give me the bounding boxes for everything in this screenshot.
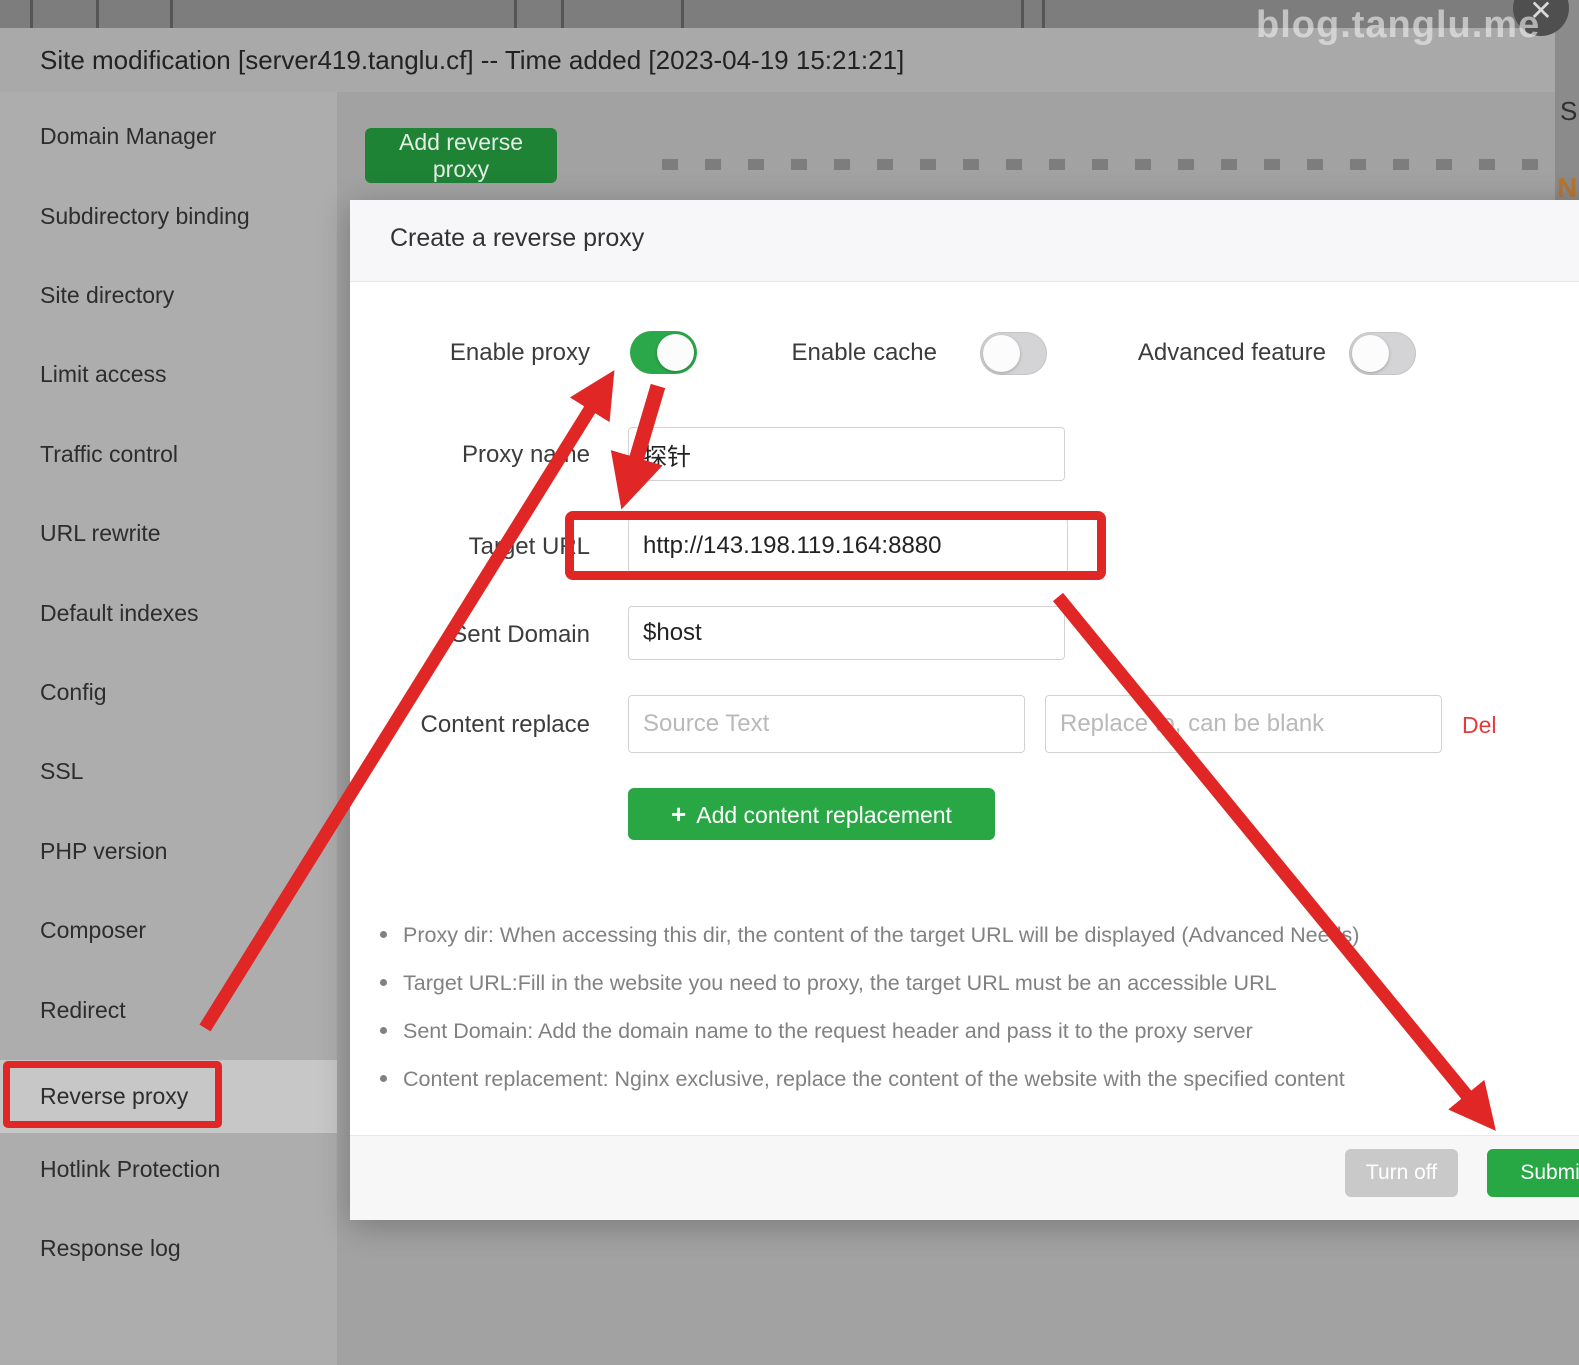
screen: Site modification [server419.tanglu.cf] … <box>0 0 1579 1365</box>
enable-proxy-label: Enable proxy <box>350 336 590 370</box>
bullet-icon <box>380 1027 387 1034</box>
target-url-label: Target URL <box>350 530 590 564</box>
sidebar-item-limit-access[interactable]: Limit access <box>40 357 167 391</box>
toggle-knob <box>657 334 694 371</box>
enable-proxy-toggle[interactable] <box>630 331 697 374</box>
note-target-url: Target URL:Fill in the website you need … <box>380 968 1579 998</box>
note-content-replacement: Content replacement: Nginx exclusive, re… <box>380 1064 1579 1094</box>
sidebar-item-composer[interactable]: Composer <box>40 913 146 947</box>
annotation-box-reverse-proxy <box>3 1061 222 1128</box>
advanced-feature-label: Advanced feature <box>1050 336 1326 370</box>
bullet-icon <box>380 931 387 938</box>
toggle-knob <box>983 335 1020 372</box>
add-content-replacement-label: Add content replacement <box>696 802 952 828</box>
table-divider <box>681 0 684 28</box>
sidebar-item-php-version[interactable]: PHP version <box>40 834 167 868</box>
sidebar-item-traffic-control[interactable]: Traffic control <box>40 437 178 471</box>
table-divider <box>30 0 33 28</box>
proxy-name-label: Proxy name <box>350 438 590 472</box>
sidebar-item-config[interactable]: Config <box>40 675 106 709</box>
content-replace-label: Content replace <box>350 708 590 742</box>
sidebar: Domain Manager Subdirectory binding Site… <box>0 92 337 1365</box>
enable-cache-toggle[interactable] <box>980 332 1047 375</box>
sent-domain-label: Sent Domain <box>350 618 590 652</box>
sidebar-item-hotlink-protection[interactable]: Hotlink Protection <box>40 1152 220 1186</box>
sidebar-item-response-log[interactable]: Response log <box>40 1231 181 1265</box>
note-sent-domain: Sent Domain: Add the domain name to the … <box>380 1016 1579 1046</box>
dialog-footer: Turn off Submit <box>350 1135 1579 1220</box>
submit-button[interactable]: Submit <box>1487 1149 1579 1197</box>
panel-title: Site modification [server419.tanglu.cf] … <box>40 28 904 92</box>
add-reverse-proxy-button[interactable]: Add reverse proxy <box>365 128 557 183</box>
add-content-replacement-button[interactable]: + Add content replacement <box>628 788 995 840</box>
content-replace-target-input[interactable] <box>1045 695 1442 753</box>
toggle-knob <box>1352 335 1389 372</box>
note-proxy-dir: Proxy dir: When accessing this dir, the … <box>380 920 1579 950</box>
plus-icon: + <box>671 799 686 829</box>
delete-replacement-link[interactable]: Del <box>1462 710 1497 740</box>
table-divider <box>1021 0 1024 28</box>
table-divider <box>514 0 517 28</box>
table-divider <box>1042 0 1045 28</box>
table-divider <box>96 0 99 28</box>
sidebar-item-redirect[interactable]: Redirect <box>40 993 126 1027</box>
target-url-input[interactable] <box>628 518 1068 574</box>
content-replace-source-input[interactable] <box>628 695 1025 753</box>
dialog-title: Create a reverse proxy <box>390 224 644 253</box>
sidebar-item-ssl[interactable]: SSL <box>40 754 83 788</box>
bullet-icon <box>380 979 387 986</box>
table-divider <box>170 0 173 28</box>
advanced-feature-toggle[interactable] <box>1349 332 1416 375</box>
sent-domain-input[interactable] <box>628 606 1065 660</box>
background-table-row <box>662 159 1555 170</box>
sidebar-item-domain-manager[interactable]: Domain Manager <box>40 119 216 153</box>
sidebar-item-subdirectory-binding[interactable]: Subdirectory binding <box>40 199 250 233</box>
proxy-name-input[interactable] <box>628 427 1065 481</box>
enable-cache-label: Enable cache <box>740 336 937 370</box>
sidebar-item-url-rewrite[interactable]: URL rewrite <box>40 516 161 550</box>
sidebar-item-default-indexes[interactable]: Default indexes <box>40 596 199 630</box>
turn-off-button[interactable]: Turn off <box>1345 1149 1458 1197</box>
bullet-icon <box>380 1075 387 1082</box>
watermark: blog.tanglu.me <box>1256 4 1540 47</box>
create-reverse-proxy-dialog: Create a reverse proxy Enable proxy Enab… <box>350 200 1579 1220</box>
table-divider <box>561 0 564 28</box>
background-text-fragment: S <box>1560 96 1577 127</box>
dialog-header: Create a reverse proxy <box>350 200 1579 282</box>
sidebar-item-site-directory[interactable]: Site directory <box>40 278 174 312</box>
